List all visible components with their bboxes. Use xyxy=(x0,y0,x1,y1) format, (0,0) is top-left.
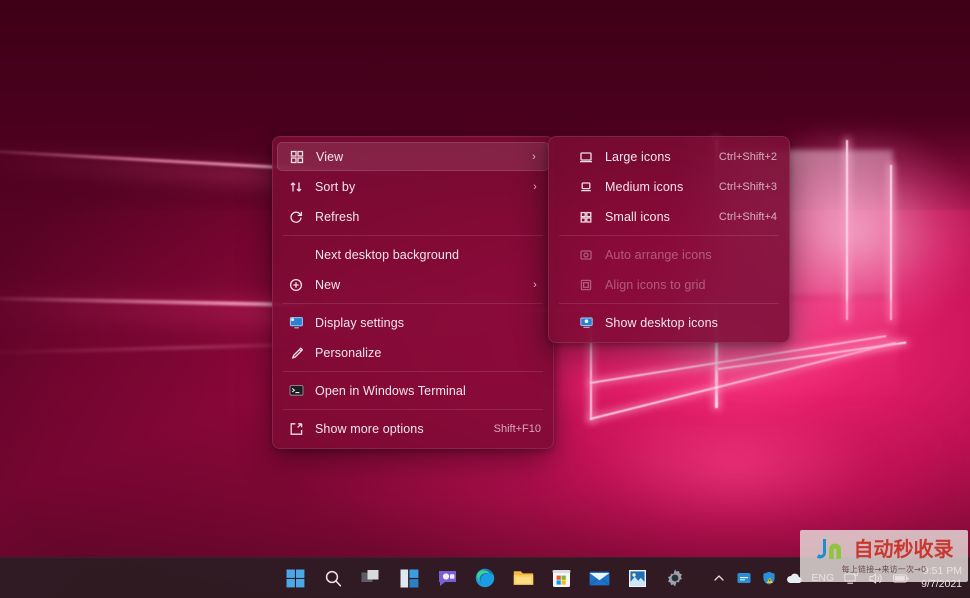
menu-separator xyxy=(283,409,543,410)
menu-separator xyxy=(283,303,543,304)
taskbar-item-chat[interactable] xyxy=(434,565,460,591)
context-menu-item-accelerator: Shift+F10 xyxy=(493,422,541,435)
taskbar-center-group xyxy=(282,565,688,591)
submenu-item-medium-icons[interactable]: Medium icons Ctrl+Shift+3 xyxy=(553,172,785,201)
taskbar-item-edge[interactable] xyxy=(472,565,498,591)
context-menu-item-label: Show more options xyxy=(315,421,424,436)
context-menu-item-label: View xyxy=(316,149,344,164)
chevron-up-icon[interactable] xyxy=(711,570,727,586)
submenu-item-align-icons-to-grid: Align icons to grid xyxy=(553,270,785,299)
taskbar-item-microsoft-store[interactable] xyxy=(548,565,574,591)
taskbar-item-settings[interactable] xyxy=(662,565,688,591)
taskbar-item-task-view[interactable] xyxy=(358,565,384,591)
edge-icon xyxy=(475,568,495,588)
grid-icon xyxy=(286,150,308,164)
selected-radio-indicator xyxy=(548,155,549,159)
desktop-context-menu[interactable]: View › Sort by › Refresh Next desktop ba… xyxy=(272,136,554,449)
submenu-item-label: Align icons to grid xyxy=(605,277,706,292)
medium-icons-icon xyxy=(575,180,597,194)
watermark-title: 自动秒收录 xyxy=(853,537,954,561)
context-menu-item-show-more-options[interactable]: Show more options Shift+F10 xyxy=(277,414,549,443)
file-explorer-icon xyxy=(513,571,533,585)
auto-arrange-icon xyxy=(575,248,597,262)
windows-start-icon xyxy=(286,569,304,587)
context-menu-item-open-in-windows-terminal[interactable]: Open in Windows Terminal xyxy=(277,376,549,405)
submenu-item-label: Medium icons xyxy=(605,179,684,194)
settings-gear-icon xyxy=(668,569,682,587)
search-icon xyxy=(325,570,341,587)
mail-icon xyxy=(588,571,610,586)
widgets-icon xyxy=(400,569,418,587)
watermark-overlay: 自动秒收录 每上链接→来访一次→0 xyxy=(800,530,968,582)
taskbar-item-widgets[interactable] xyxy=(396,565,422,591)
submenu-item-label: Large icons xyxy=(605,149,671,164)
chevron-right-icon: › xyxy=(532,150,536,163)
brush-icon xyxy=(285,346,307,360)
large-icons-icon xyxy=(575,150,597,164)
taskbar-item-file-explorer[interactable] xyxy=(510,565,536,591)
submenu-item-auto-arrange-icons: Auto arrange icons xyxy=(553,240,785,269)
sort-icon xyxy=(285,180,307,194)
context-menu-item-label: Display settings xyxy=(315,315,405,330)
security-warning-icon[interactable] xyxy=(761,570,777,586)
chevron-right-icon: › xyxy=(533,278,537,291)
context-menu-item-label: Next desktop background xyxy=(315,247,460,262)
context-menu-item-label: Sort by xyxy=(315,179,356,194)
photos-icon xyxy=(628,569,646,587)
chat-teams-icon xyxy=(438,570,456,586)
submenu-item-accelerator: Ctrl+Shift+4 xyxy=(718,210,777,223)
taskbar-item-search[interactable] xyxy=(320,565,346,591)
menu-separator xyxy=(283,235,543,236)
context-menu-item-next-desktop-background[interactable]: Next desktop background xyxy=(277,240,549,269)
context-menu-item-label: Refresh xyxy=(315,209,360,224)
microsoft-store-icon xyxy=(552,569,570,587)
context-menu-item-view[interactable]: View › xyxy=(277,142,549,171)
taskbar-item-photos[interactable] xyxy=(624,565,650,591)
menu-separator xyxy=(283,371,543,372)
context-menu-item-personalize[interactable]: Personalize xyxy=(277,338,549,367)
task-view-icon xyxy=(361,570,379,582)
plus-circle-icon xyxy=(285,278,307,292)
taskbar-item-start[interactable] xyxy=(282,565,308,591)
watermark-subtitle: 每上链接→来访一次→0 xyxy=(841,565,927,574)
blue-app-icon[interactable] xyxy=(736,570,752,586)
submenu-item-accelerator: Ctrl+Shift+3 xyxy=(718,180,777,193)
submenu-item-large-icons[interactable]: Large icons Ctrl+Shift+2 xyxy=(553,142,785,171)
submenu-item-label: Small icons xyxy=(605,209,671,224)
chevron-right-icon: › xyxy=(533,180,537,193)
align-grid-icon xyxy=(575,278,597,292)
submenu-item-label: Auto arrange icons xyxy=(605,247,712,262)
context-menu-item-new[interactable]: New › xyxy=(277,270,549,299)
context-menu-item-refresh[interactable]: Refresh xyxy=(277,202,549,231)
submenu-item-label: Show desktop icons xyxy=(605,315,718,330)
submenu-item-accelerator: Ctrl+Shift+2 xyxy=(718,150,777,163)
desktop-icons-icon xyxy=(575,315,597,330)
monitor-icon xyxy=(285,315,307,330)
taskbar-item-mail[interactable] xyxy=(586,565,612,591)
menu-separator xyxy=(559,235,779,236)
refresh-icon xyxy=(285,210,307,224)
context-menu-item-label: Open in Windows Terminal xyxy=(315,383,466,398)
terminal-icon xyxy=(285,383,307,398)
expand-icon xyxy=(285,422,307,436)
submenu-item-small-icons[interactable]: Small icons Ctrl+Shift+4 xyxy=(553,202,785,231)
small-icons-icon xyxy=(575,210,597,224)
menu-separator xyxy=(559,303,779,304)
watermark-logo-icon xyxy=(816,539,841,559)
context-menu-item-label: New xyxy=(315,277,341,292)
context-menu-item-label: Personalize xyxy=(315,345,382,360)
submenu-item-show-desktop-icons[interactable]: Show desktop icons xyxy=(553,308,785,337)
view-submenu[interactable]: Large icons Ctrl+Shift+2 Medium icons Ct… xyxy=(548,136,790,343)
context-menu-item-sort-by[interactable]: Sort by › xyxy=(277,172,549,201)
context-menu-item-display-settings[interactable]: Display settings xyxy=(277,308,549,337)
watermark-title-row: 自动秒收录 xyxy=(815,537,954,561)
